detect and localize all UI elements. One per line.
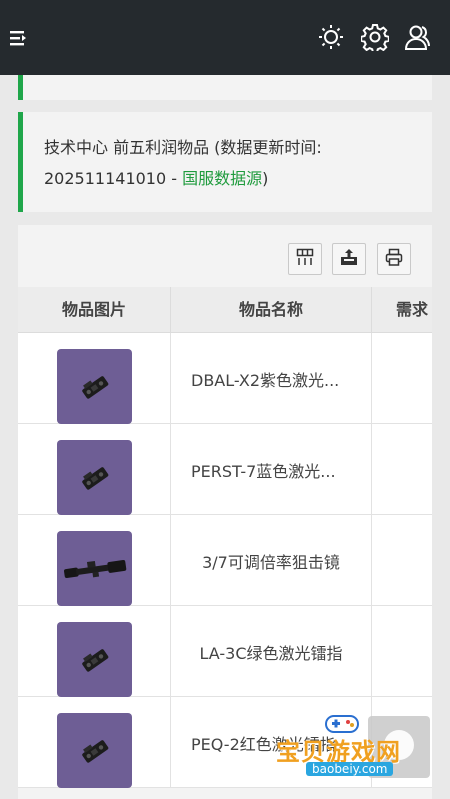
data-source-link[interactable]: 国服数据源 [182,169,262,188]
laser-device-icon [81,739,108,763]
item-name[interactable]: LA-3C绿色激光镭指 [170,606,371,697]
header-item-name[interactable]: 物品名称 [170,287,371,333]
laser-device-icon [81,466,108,490]
notice-card: 技术中心 前五利润物品 (数据更新时间: 202511141010 - 国服数据… [18,112,432,212]
user-icon[interactable] [403,22,433,52]
previous-card [18,75,432,100]
header-item-image[interactable]: 物品图片 [18,287,170,333]
item-demand [371,333,432,424]
item-demand [371,606,432,697]
item-image [57,531,132,606]
gear-icon[interactable] [360,22,390,52]
export-button[interactable] [332,243,366,275]
laser-device-icon [81,648,108,672]
columns-icon [296,248,314,270]
export-icon [340,248,358,270]
scope-icon [63,559,126,578]
columns-button[interactable] [288,243,322,275]
table-row[interactable]: DBAL-X2紫色激光... [18,333,432,424]
update-time: 202511141010 - [44,169,183,188]
table-row[interactable]: LA-3C绿色激光镭指 [18,606,432,697]
item-name[interactable]: PERST-7蓝色激光... [170,424,371,515]
item-image [57,622,132,697]
item-image [57,440,132,515]
item-image [57,349,132,424]
watermark-url: baobeiy.com [306,762,394,776]
print-button[interactable] [377,243,411,275]
item-name[interactable]: 3/7可调倍率狙击镜 [170,515,371,606]
print-icon [385,248,403,270]
notice-line-2: 202511141010 - 国服数据源) [44,163,432,194]
item-demand [371,515,432,606]
laser-device-icon [81,375,108,399]
watermark: 宝贝游戏网 baobeiy.com [276,712,436,792]
notice-close-paren: ) [262,169,269,188]
table-header: 物品图片 物品名称 需求 [18,287,432,333]
header-demand[interactable]: 需求 [371,287,432,333]
item-image [57,713,132,788]
top-bar [0,0,450,75]
table-row[interactable]: PERST-7蓝色激光... [18,424,432,515]
table-row[interactable]: 3/7可调倍率狙击镜 [18,515,432,606]
menu-icon[interactable] [6,26,30,50]
sun-icon[interactable] [316,22,346,52]
item-demand [371,424,432,515]
item-name[interactable]: DBAL-X2紫色激光... [170,333,371,424]
notice-line-1: 技术中心 前五利润物品 (数据更新时间: [44,138,322,157]
